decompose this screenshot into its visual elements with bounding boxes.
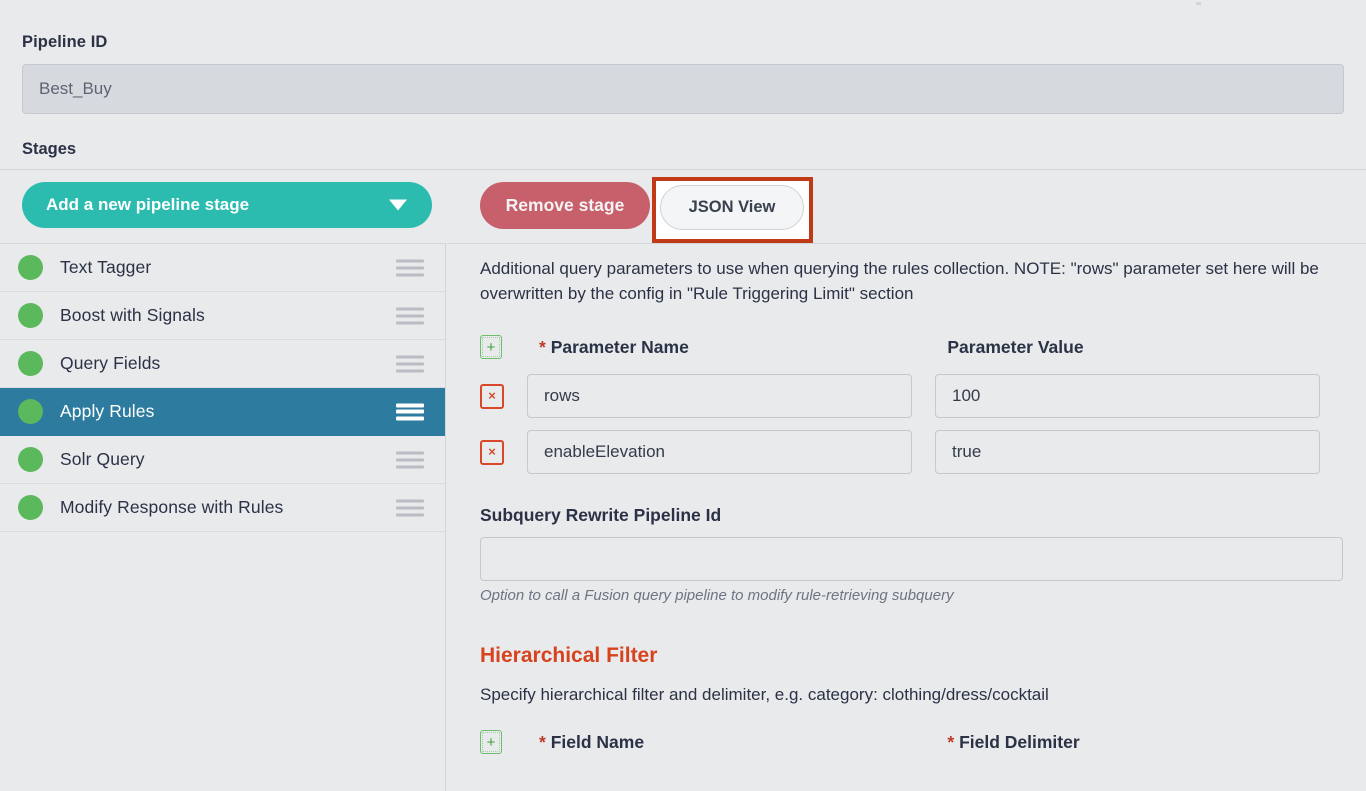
sidebar-item-apply-rules[interactable]: Apply Rules bbox=[0, 388, 445, 436]
parameter-name-input[interactable] bbox=[527, 374, 912, 418]
required-marker: * bbox=[539, 731, 546, 752]
table-header-row: + * Parameter Name Parameter Value bbox=[480, 332, 1333, 362]
drag-handle-icon[interactable] bbox=[396, 451, 424, 468]
delete-parameter-row-button[interactable]: × bbox=[480, 383, 504, 409]
table-header-row: + * Field Name * Field Delimiter bbox=[480, 727, 1333, 757]
required-marker: * bbox=[539, 336, 546, 357]
column-header-field-delimiter: Field Delimiter bbox=[959, 731, 1080, 752]
subquery-rewrite-pipeline-id-label: Subquery Rewrite Pipeline Id bbox=[480, 505, 722, 525]
json-view-button[interactable]: JSON View bbox=[660, 185, 804, 230]
stage-label: Query Fields bbox=[60, 353, 161, 373]
hierarchical-filter-table: + * Field Name * Field Delimiter bbox=[480, 727, 1333, 757]
drag-handle-icon[interactable] bbox=[396, 355, 424, 372]
pipeline-id-input[interactable] bbox=[22, 64, 1344, 114]
parameter-name-input[interactable] bbox=[527, 430, 912, 474]
stages-sidebar: Text Tagger Boost with Signals Query Fie… bbox=[0, 243, 446, 791]
drag-handle-icon[interactable] bbox=[396, 403, 424, 420]
column-header-field-name: Field Name bbox=[550, 731, 645, 752]
add-stage-label: Add a new pipeline stage bbox=[46, 195, 250, 214]
stage-description: Additional query parameters to use when … bbox=[480, 259, 1319, 303]
sidebar-item-solr-query[interactable]: Solr Query bbox=[0, 436, 445, 484]
status-dot-icon bbox=[18, 303, 43, 328]
stage-label: Solr Query bbox=[60, 449, 145, 469]
parameter-table: + * Parameter Name Parameter Value × × bbox=[480, 332, 1333, 474]
column-header-parameter-name: Parameter Name bbox=[550, 336, 689, 357]
drag-handle-icon[interactable] bbox=[396, 499, 424, 516]
table-row: × bbox=[480, 430, 1333, 474]
parameter-value-input[interactable] bbox=[935, 374, 1320, 418]
remove-stage-button[interactable]: Remove stage bbox=[480, 182, 650, 229]
add-field-row-button[interactable]: + bbox=[480, 730, 502, 754]
stage-label: Modify Response with Rules bbox=[60, 497, 284, 517]
parameter-value-input[interactable] bbox=[935, 430, 1320, 474]
required-marker: * bbox=[947, 731, 955, 752]
page-speck bbox=[1196, 2, 1201, 5]
subquery-hint-text: Option to call a Fusion query pipeline t… bbox=[480, 587, 954, 604]
sidebar-item-boost-with-signals[interactable]: Boost with Signals bbox=[0, 292, 445, 340]
pipeline-header: Pipeline ID Stages bbox=[0, 0, 1366, 169]
hierarchical-filter-title: Hierarchical Filter bbox=[480, 644, 658, 667]
status-dot-icon bbox=[18, 399, 43, 424]
table-row: × bbox=[480, 374, 1333, 418]
hierarchical-filter-subtitle: Specify hierarchical filter and delimite… bbox=[480, 685, 1049, 704]
stage-config-panel: Additional query parameters to use when … bbox=[447, 243, 1366, 791]
status-dot-icon bbox=[18, 255, 43, 280]
sidebar-item-modify-response-with-rules[interactable]: Modify Response with Rules bbox=[0, 484, 445, 532]
stage-label: Apply Rules bbox=[60, 401, 155, 421]
delete-parameter-row-button[interactable]: × bbox=[480, 439, 504, 465]
status-dot-icon bbox=[18, 447, 43, 472]
drag-handle-icon[interactable] bbox=[396, 259, 424, 276]
chevron-down-icon bbox=[389, 199, 407, 211]
status-dot-icon bbox=[18, 351, 43, 376]
add-parameter-row-button[interactable]: + bbox=[480, 335, 502, 359]
stage-label: Boost with Signals bbox=[60, 305, 205, 325]
add-new-pipeline-stage-button[interactable]: Add a new pipeline stage bbox=[22, 182, 432, 228]
status-dot-icon bbox=[18, 495, 43, 520]
stages-label: Stages bbox=[22, 140, 77, 158]
pipeline-id-label: Pipeline ID bbox=[22, 33, 108, 51]
stage-label: Text Tagger bbox=[60, 257, 152, 277]
sidebar-item-text-tagger[interactable]: Text Tagger bbox=[0, 244, 445, 292]
sidebar-item-query-fields[interactable]: Query Fields bbox=[0, 340, 445, 388]
column-header-parameter-value: Parameter Value bbox=[947, 336, 1084, 357]
drag-handle-icon[interactable] bbox=[396, 307, 424, 324]
subquery-rewrite-pipeline-id-input[interactable] bbox=[480, 537, 1343, 581]
